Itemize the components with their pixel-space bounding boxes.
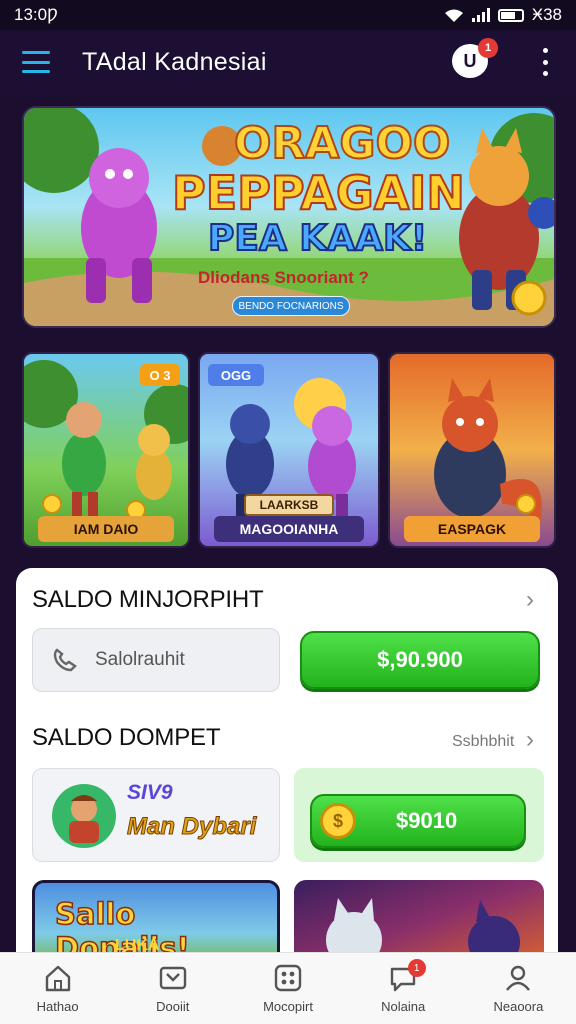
nav-item-home[interactable]: Hathao <box>0 953 115 1024</box>
nav-label-home: Hathao <box>36 999 79 1014</box>
hero-subtitle: Dliodans Snooriant ? <box>198 268 369 287</box>
status-bar: 13:0Ƿ Ӿ38 <box>0 0 576 30</box>
app-title: TAdal Kadnesiai <box>82 47 267 76</box>
status-icons: Ӿ38 <box>444 5 562 25</box>
card-2-badge: OGG <box>208 364 264 386</box>
nav-item-profile[interactable]: Neaoora <box>461 953 576 1024</box>
more-options-icon[interactable] <box>538 48 552 76</box>
saldo-input-placeholder: Salolrauhit <box>95 649 185 670</box>
bottom-nav: Hathao Dooiit Mocopirt 1 Nolaina Neaoora <box>0 952 576 1024</box>
promo-line-2: Man Dybari <box>126 813 257 841</box>
nav-label-wallet: Dooiit <box>156 999 190 1014</box>
nav-label-games: Mocopirt <box>263 999 313 1014</box>
menu-icon[interactable] <box>22 51 50 73</box>
nav-item-chat[interactable]: 1 Nolaina <box>346 953 461 1024</box>
home-icon <box>45 965 70 992</box>
hero-pill-button[interactable]: BENDO FOCNARIONS <box>232 296 350 316</box>
balance-button[interactable]: $,90.900 <box>300 631 540 689</box>
games-icon <box>274 964 302 992</box>
nav-item-wallet[interactable]: Dooiit <box>115 953 230 1024</box>
wallet-icon <box>159 966 186 990</box>
character-avatar-icon <box>52 784 116 848</box>
card-2-label: MAGOOIANHA <box>214 516 364 542</box>
nav-label-chat: Nolaina <box>381 999 426 1014</box>
game-card-2[interactable]: OGG LAARKSB MAGOOIANHA <box>198 352 380 548</box>
hero-title-line2: PEPPAGAIN <box>171 165 466 221</box>
battery-text: Ӿ38 <box>531 5 562 24</box>
hero-banner[interactable]: ORAGOO PEPPAGAIN PEA KAAK! Dliodans Snoo… <box>22 106 556 328</box>
coin-button[interactable]: $ $9010 <box>310 794 526 848</box>
card-2-banner: LAARKSB <box>244 494 334 516</box>
chevron-right-icon[interactable]: › <box>526 586 534 614</box>
saldo-dompet-title: SALDO DOMPET <box>32 724 221 751</box>
card-1-label: IAM DAIO <box>38 516 174 542</box>
coin-icon: $ <box>320 803 356 839</box>
hero-title-line1: ORAGOO <box>233 117 451 170</box>
chat-icon: U <box>463 50 477 71</box>
nav-label-profile: Neaoora <box>493 999 544 1014</box>
see-more-link[interactable]: Ssbhbhit <box>452 733 514 751</box>
saldo-main-title: SALDO MINJORPIHT <box>32 586 264 613</box>
phone-icon <box>53 648 77 672</box>
chat-button[interactable]: U 1 <box>452 38 498 78</box>
promo-card[interactable]: SIV9 Man Dybari <box>32 768 280 862</box>
app-header: TAdal Kadnesiai U 1 <box>0 30 576 94</box>
wallet-panel: SALDO MINJORPIHT › Salolrauhit $,90.900 … <box>16 568 558 968</box>
signal-icon <box>471 8 490 22</box>
status-time: 13:0Ƿ <box>14 5 58 24</box>
chevron-right-icon-2[interactable]: › <box>526 726 534 754</box>
game-card-1[interactable]: O 3 IAM DAIO <box>22 352 190 548</box>
notification-badge: 1 <box>478 38 498 58</box>
card-3-label: EASPAGK <box>404 516 540 542</box>
nav-chat-badge: 1 <box>407 959 426 977</box>
nav-item-games[interactable]: Mocopirt <box>230 953 345 1024</box>
game-card-3[interactable]: EASPAGK <box>388 352 556 548</box>
saldo-input[interactable]: Salolrauhit <box>32 628 280 692</box>
coin-button-label: $9010 <box>396 808 458 833</box>
battery-icon <box>497 8 524 22</box>
promo-line-1: SIV9 <box>127 781 173 804</box>
wifi-icon <box>444 9 463 22</box>
hero-title-line3: PEA KAAK! <box>207 217 428 260</box>
profile-icon <box>506 965 531 991</box>
card-1-badge: O 3 <box>140 364 180 386</box>
